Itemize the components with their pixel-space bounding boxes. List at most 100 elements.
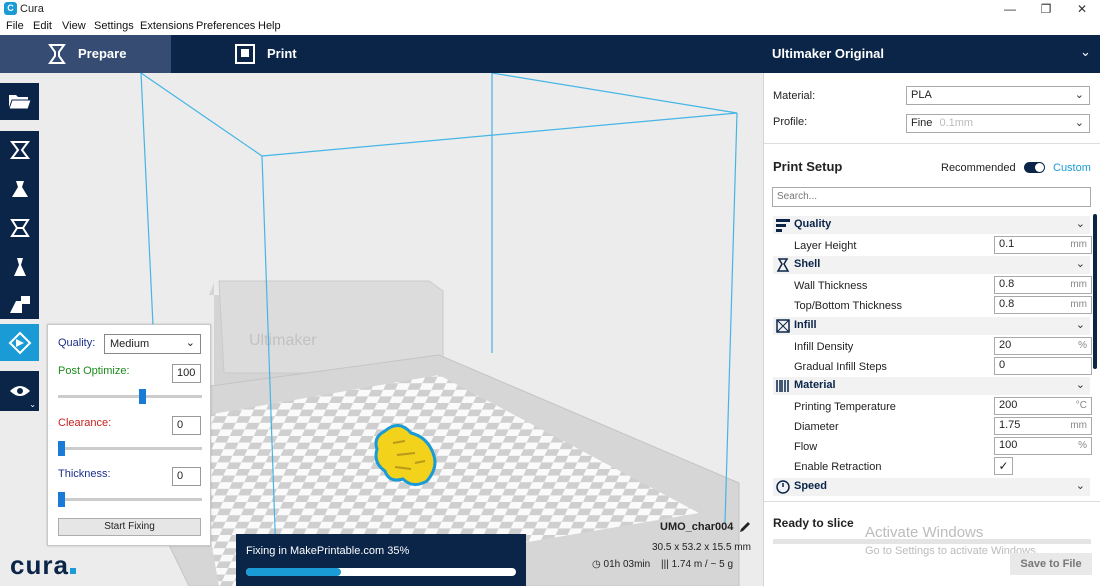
clearance-input[interactable]: 0 <box>172 416 201 435</box>
divider <box>764 143 1100 144</box>
enable-retraction-label: Enable Retraction <box>794 461 882 473</box>
layer-height-value: 0.1 <box>999 238 1015 250</box>
post-optimize-slider-thumb[interactable] <box>138 389 146 404</box>
quality-value: Medium <box>110 338 150 350</box>
maximize-button[interactable]: ❐ <box>1028 0 1064 18</box>
menu-help[interactable]: Help <box>258 20 281 32</box>
category-material[interactable]: Material ⌄ <box>773 377 1090 395</box>
tab-print-label: Print <box>267 46 297 61</box>
material-label: Material: <box>773 90 816 102</box>
chevron-down-icon: ⌄ <box>1074 89 1084 101</box>
scale-icon <box>11 181 28 197</box>
object-name[interactable]: UMO_char004 <box>660 521 733 533</box>
eye-icon <box>9 386 30 396</box>
progress-bar-fill <box>246 568 341 576</box>
folder-icon <box>7 94 32 109</box>
menu-extensions[interactable]: Extensions <box>140 20 194 32</box>
top-header: Prepare Print Ultimaker Original ⌄ <box>0 35 1100 73</box>
category-speed[interactable]: Speed ⌄ <box>773 478 1090 496</box>
save-to-file-button[interactable]: Save to File <box>1010 553 1092 575</box>
layer-height-input[interactable]: 0.1 mm <box>994 236 1092 254</box>
progress-panel: Fixing in MakePrintable.com 35% <box>236 534 526 586</box>
diameter-label: Diameter <box>794 421 839 433</box>
thickness-input[interactable]: 0 <box>172 467 201 486</box>
quality-label: Quality: <box>58 337 96 349</box>
profile-label: Profile: <box>773 116 808 128</box>
enable-retraction-checkbox[interactable]: ✓ <box>994 457 1013 475</box>
flow-unit: % <box>1078 440 1087 451</box>
flow-input[interactable]: 100% <box>994 437 1092 455</box>
slice-status: Ready to slice <box>773 516 854 530</box>
category-label: Material <box>794 379 836 391</box>
object-dimensions: 30.5 x 53.2 x 15.5 mm <box>652 542 751 553</box>
category-shell[interactable]: Shell ⌄ <box>773 256 1090 274</box>
mirror-icon <box>13 258 26 276</box>
per-model-settings-icon <box>9 296 30 313</box>
clock-icon: ◷ <box>592 559 601 570</box>
infill-density-input[interactable]: 20% <box>994 337 1092 355</box>
clearance-slider[interactable] <box>58 441 202 456</box>
print-setup-title: Print Setup <box>773 159 843 174</box>
thickness-slider-thumb[interactable] <box>58 492 65 507</box>
recommended-option[interactable]: Recommended <box>941 162 1016 174</box>
category-label: Speed <box>794 480 828 492</box>
quality-dropdown[interactable]: Medium ⌄ <box>104 334 201 354</box>
post-optimize-input[interactable]: 100 <box>172 364 201 383</box>
activate-windows-title: Activate Windows <box>865 524 984 541</box>
post-optimize-slider[interactable] <box>58 389 202 404</box>
view-mode-button[interactable]: ⌄ <box>0 371 39 411</box>
translate-tool-button[interactable] <box>0 133 39 167</box>
shell-icon <box>776 258 790 272</box>
cura-app-icon: C <box>4 2 17 15</box>
tab-print[interactable]: Print <box>171 35 371 73</box>
menu-settings[interactable]: Settings <box>94 20 134 32</box>
close-button[interactable]: ✕ <box>1064 0 1100 18</box>
chevron-down-icon: ⌄ <box>29 400 36 409</box>
machine-selector[interactable]: Ultimaker Original <box>772 46 884 61</box>
gradual-infill-input[interactable]: 0 <box>994 357 1092 375</box>
chevron-down-icon[interactable]: ⌄ <box>1080 44 1091 60</box>
clearance-slider-thumb[interactable] <box>58 441 65 456</box>
category-quality[interactable]: Quality ⌄ <box>773 216 1090 234</box>
menu-edit[interactable]: Edit <box>33 20 52 32</box>
infill-density-unit: % <box>1078 340 1087 351</box>
scale-tool-button[interactable] <box>0 172 39 206</box>
settings-search-input[interactable]: Search... <box>772 187 1091 207</box>
minimize-button[interactable]: — <box>992 0 1028 18</box>
tab-prepare[interactable]: Prepare <box>0 35 171 73</box>
cura-logo-text: cura <box>10 550 69 580</box>
top-bottom-thickness-unit: mm <box>1070 299 1087 310</box>
pencil-icon[interactable] <box>738 520 752 534</box>
start-fixing-button[interactable]: Start Fixing <box>58 518 201 536</box>
per-model-settings-button[interactable] <box>0 289 39 319</box>
mirror-tool-button[interactable] <box>0 250 39 284</box>
mode-toggle[interactable] <box>1024 162 1045 173</box>
diameter-input[interactable]: 1.75 mm <box>994 417 1092 435</box>
gradual-infill-value: 0 <box>999 359 1006 371</box>
makeprintable-tool-button[interactable] <box>0 324 39 361</box>
custom-option[interactable]: Custom <box>1053 162 1091 174</box>
rotate-tool-button[interactable] <box>0 211 39 245</box>
title-bar: C Cura — ❐ ✕ <box>0 0 1100 18</box>
menu-file[interactable]: File <box>6 20 24 32</box>
printing-temperature-input[interactable]: 200 °C <box>994 397 1092 415</box>
chevron-down-icon: ⌄ <box>1075 480 1085 492</box>
material-dropdown[interactable]: PLA ⌄ <box>906 86 1090 105</box>
menu-preferences[interactable]: Preferences <box>196 20 255 32</box>
profile-dropdown[interactable]: Fine 0.1mm ⌄ <box>906 114 1090 133</box>
top-bottom-thickness-input[interactable]: 0.8 mm <box>994 296 1092 314</box>
thickness-slider[interactable] <box>58 492 202 507</box>
progress-text: Fixing in MakePrintable.com 35% <box>246 545 410 557</box>
settings-scrollbar[interactable] <box>1093 214 1097 369</box>
menu-view[interactable]: View <box>62 20 86 32</box>
material-value: PLA <box>911 89 932 101</box>
category-infill[interactable]: Infill ⌄ <box>773 317 1090 335</box>
print-time: 01h 03min <box>603 559 651 570</box>
layer-height-unit: mm <box>1070 239 1087 250</box>
wall-thickness-unit: mm <box>1070 279 1087 290</box>
divider <box>764 501 1100 502</box>
top-bottom-thickness-value: 0.8 <box>999 298 1015 310</box>
open-file-button[interactable] <box>0 83 39 120</box>
wall-thickness-input[interactable]: 0.8 mm <box>994 276 1092 294</box>
chevron-down-icon: ⌄ <box>1075 319 1085 331</box>
